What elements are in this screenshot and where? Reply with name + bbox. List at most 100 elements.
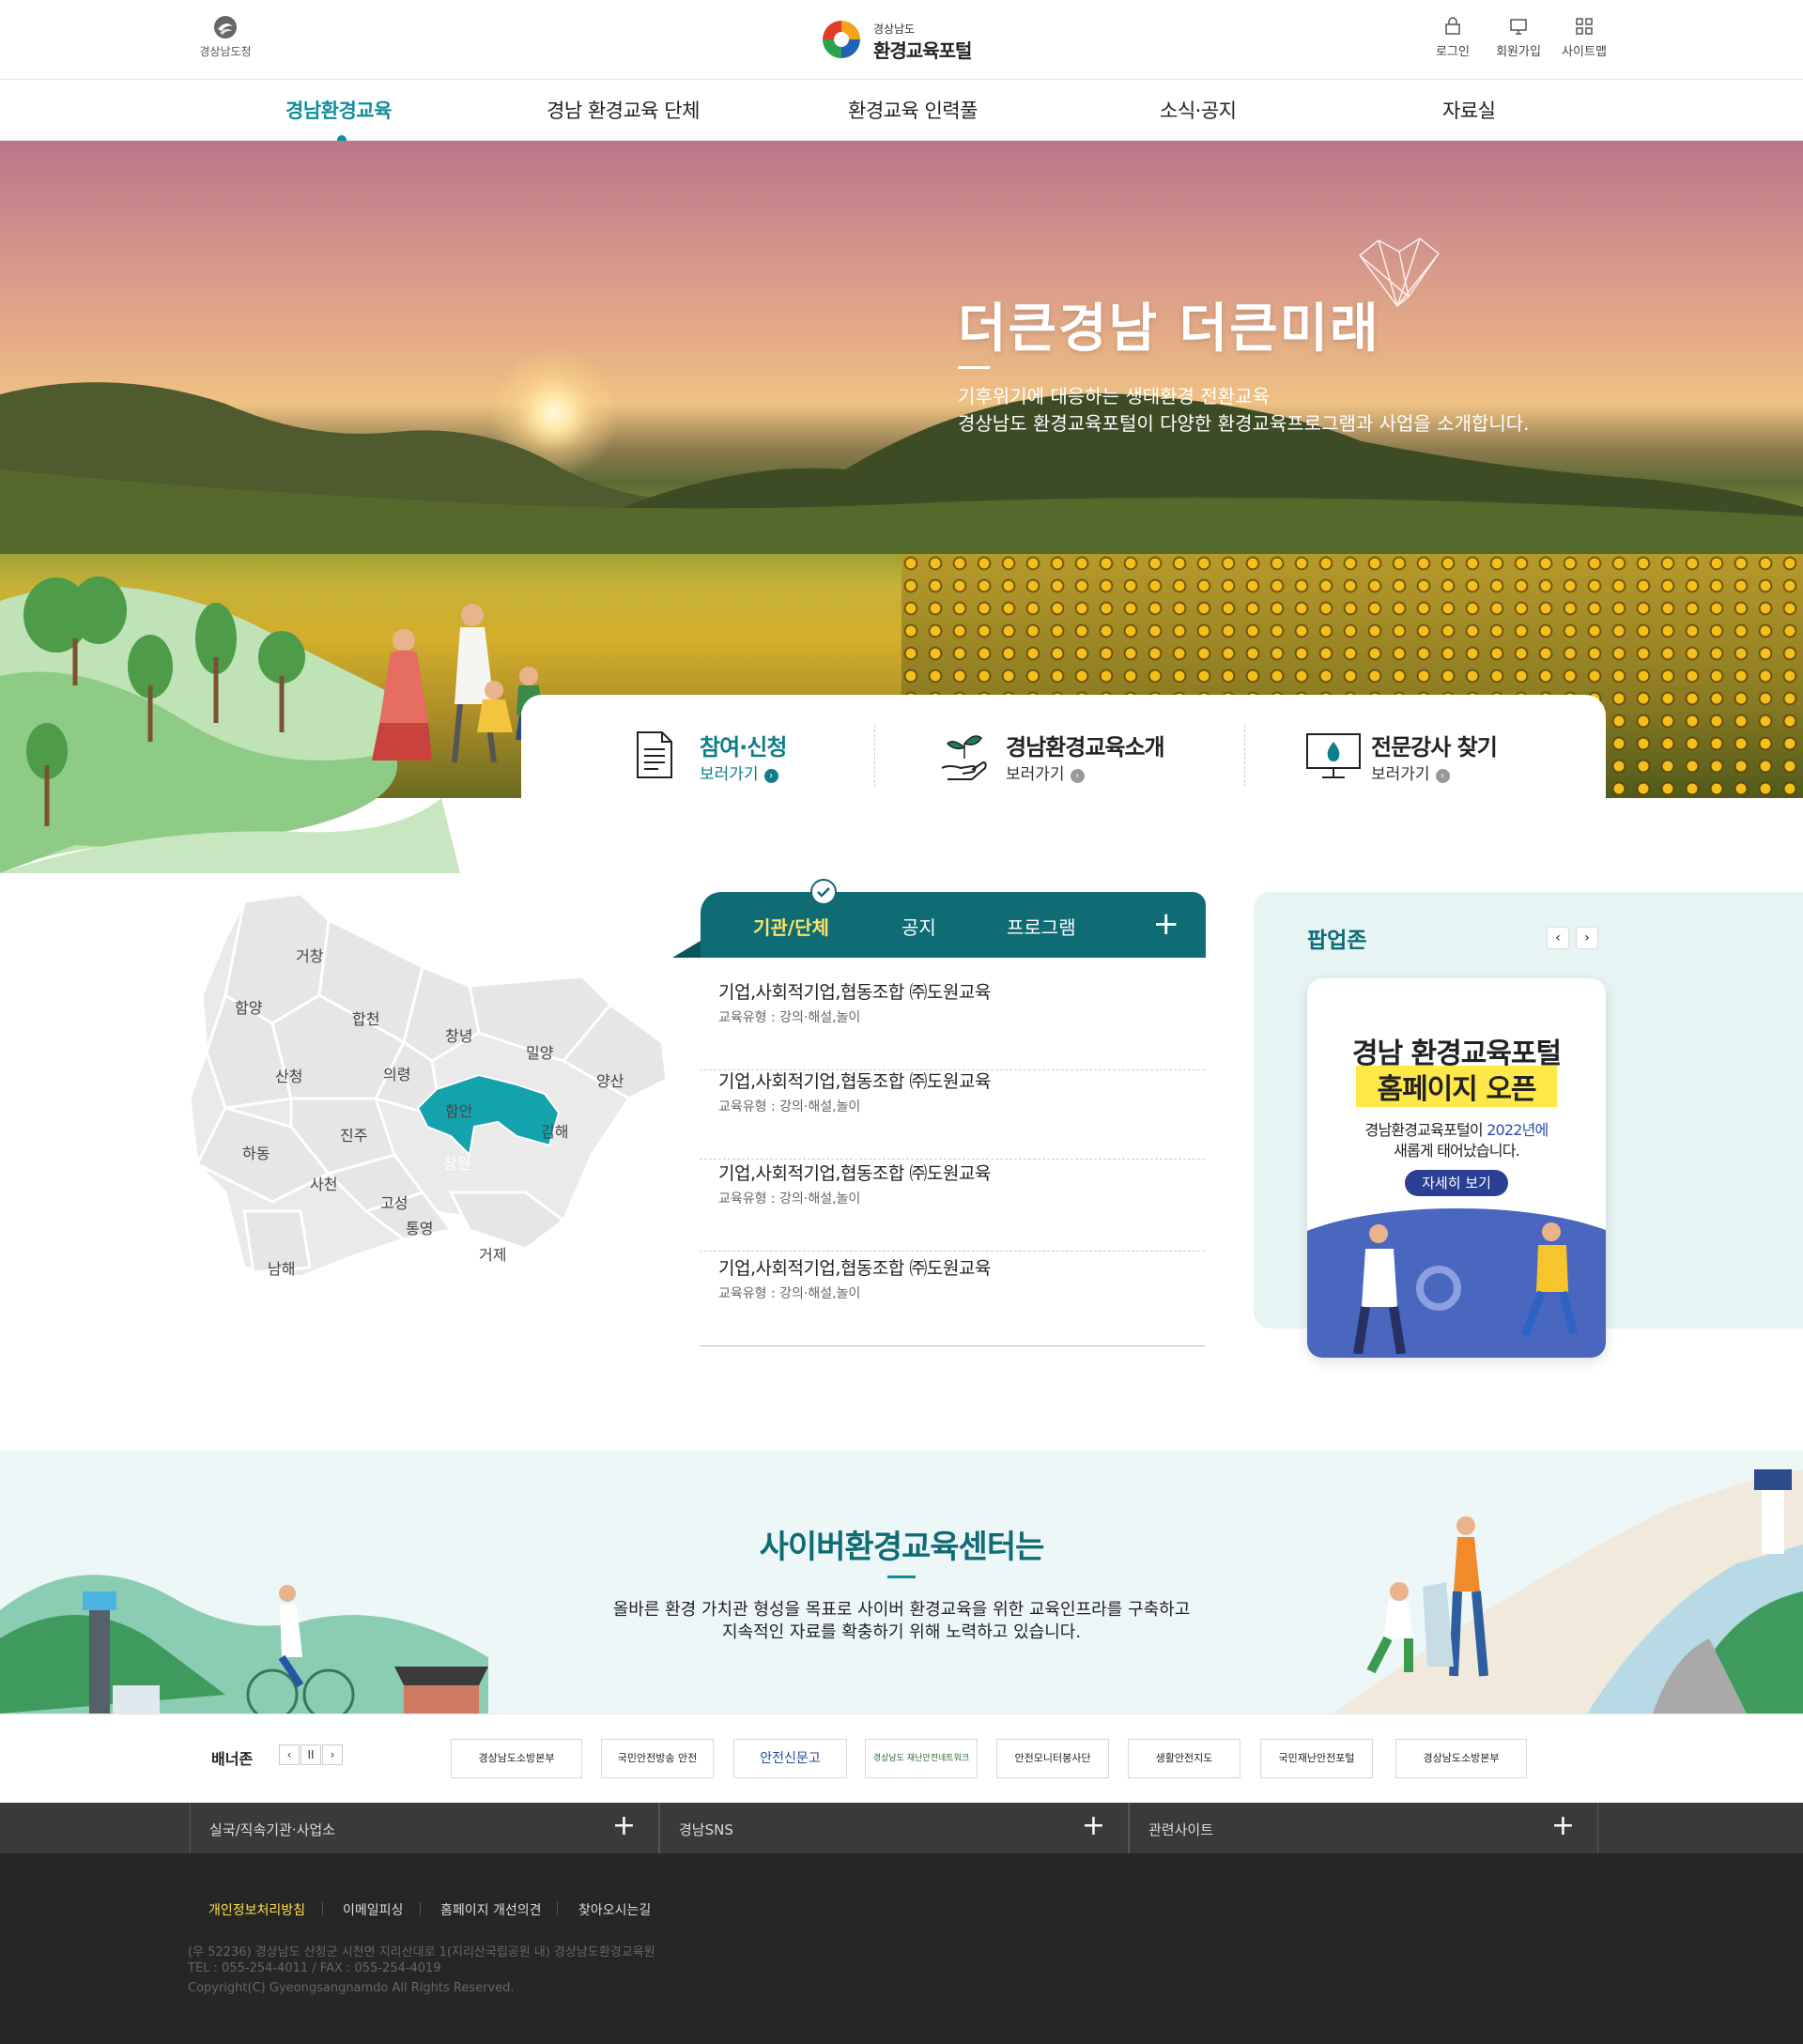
site-logo[interactable]: 경상남도 환경교육포털 <box>819 17 988 64</box>
region-label[interactable]: 고성 <box>380 1191 408 1213</box>
banner-next-button[interactable]: › <box>322 1744 343 1765</box>
region-label[interactable]: 함양 <box>235 995 262 1018</box>
quick-intro-more: 보러가기 › <box>1006 761 1085 784</box>
list-item[interactable]: 기업,사회적기업,협동조합 ㈜도원교육 교육유형 : 강의·해설,놀이 <box>700 1254 1205 1346</box>
quick-instructor-more: 보러가기 › <box>1371 761 1450 784</box>
cyber-center-title: 사이버환경교육센터는 <box>759 1529 1045 1566</box>
region-label[interactable]: 남해 <box>268 1256 295 1279</box>
monitor-icon <box>1510 19 1527 35</box>
banner-safety-monitor[interactable]: 안전모니터봉사단 <box>996 1739 1109 1778</box>
cyber-center-desc1: 올바른 환경 가치관 형성을 목표로 사이버 환경교육을 위한 교육인프라를 구… <box>612 1600 1191 1620</box>
lock-icon <box>1445 17 1460 35</box>
post-type: 교육유형 : 강의·해설,놀이 <box>718 1099 861 1114</box>
banner-fire-dept-2[interactable]: 경상남도소방본부 <box>1395 1739 1527 1778</box>
nav-library[interactable]: 자료실 <box>1442 96 1496 124</box>
quick-apply-title: 참여·신청 <box>700 734 787 761</box>
banner-disaster-network[interactable]: 경상남도 재난안전네트워크 <box>865 1739 978 1778</box>
post-title[interactable]: 기업,사회적기업,협동조합 ㈜도원교육 <box>718 1160 991 1185</box>
region-label[interactable]: 거제 <box>479 1242 506 1265</box>
monitor-drop-icon <box>1306 733 1361 778</box>
banner-fire-dept[interactable]: 경상남도소방본부 <box>451 1739 582 1778</box>
tab-program[interactable]: 프로그램 <box>1007 913 1076 940</box>
footer-directions-link[interactable]: 찾아오시는길 <box>578 1900 651 1919</box>
logo-mark-icon <box>823 21 860 58</box>
sitebar-related[interactable]: 관련사이트 + <box>1129 1803 1598 1853</box>
quick-apply-more-label: 보러가기 <box>700 765 759 784</box>
banner-safety-report[interactable]: 안전신문고 <box>733 1739 847 1778</box>
footer-copyright: Copyright(C) Gyeongsangnamdo All Rights … <box>188 1981 515 1995</box>
banner-life-safety-map[interactable]: 생활안전지도 <box>1128 1739 1241 1778</box>
banner-prev-button[interactable]: ‹ <box>279 1744 300 1765</box>
mountains-illustration <box>0 382 1803 554</box>
list-item[interactable]: 기업,사회적기업,협동조합 ㈜도원교육 교육유형 : 강의·해설,놀이 <box>700 978 1205 1070</box>
popup-card-desc1: 경남환경교육포털이 2022년에 <box>1307 1117 1606 1140</box>
popup-card[interactable]: 경남 환경교육포털 홈페이지 오픈 경남환경교육포털이 2022년에 새롭게 태… <box>1307 978 1606 1358</box>
banner-pause-button[interactable]: II <box>300 1744 321 1765</box>
region-label[interactable]: 하동 <box>242 1141 270 1163</box>
sitebar-sns-label: 경남SNS <box>679 1821 733 1838</box>
list-item[interactable]: 기업,사회적기업,협동조합 ㈜도원교육 교육유형 : 강의·해설,놀이 <box>700 1068 1205 1160</box>
region-label[interactable]: 창녕 <box>445 1023 472 1046</box>
sitebar-agencies[interactable]: 실국/직속기관·사업소 + <box>190 1803 659 1853</box>
sitebar-sns[interactable]: 경남SNS + <box>659 1803 1129 1853</box>
popup-prev-button[interactable]: ‹ <box>1547 927 1569 949</box>
nav-news-notice[interactable]: 소식·공지 <box>1160 96 1237 124</box>
quick-find-instructor[interactable]: 전문강사 찾기 보러가기 › <box>1305 730 1549 784</box>
popup-next-button[interactable]: › <box>1576 927 1598 949</box>
quick-intro[interactable]: 경남환경교육소개 보러가기 › <box>940 730 1184 784</box>
region-label[interactable]: 의령 <box>383 1062 410 1084</box>
post-title[interactable]: 기업,사회적기업,협동조합 ㈜도원교육 <box>718 1068 991 1093</box>
gyeongnam-emblem-icon <box>214 16 237 38</box>
cyber-center-section <box>0 1451 1803 1714</box>
plus-icon: + <box>1550 1809 1575 1842</box>
more-plus-button[interactable]: + <box>1153 905 1180 943</box>
nav-instructor-pool[interactable]: 환경교육 인력풀 <box>848 96 978 124</box>
region-label[interactable]: 합천 <box>352 1007 379 1029</box>
login-label: 로그인 <box>1436 45 1470 59</box>
banner-zone-title: 배너존 <box>211 1750 254 1768</box>
document-icon <box>637 731 672 778</box>
region-label[interactable]: 밀양 <box>526 1040 553 1063</box>
sitebar-agencies-label: 실국/직속기관·사업소 <box>209 1821 336 1838</box>
tab-bar: 기관/단체 공지 프로그램 + <box>701 879 1206 958</box>
quick-instructor-more-label: 보러가기 <box>1371 765 1430 784</box>
tab-notice[interactable]: 공지 <box>902 913 936 940</box>
join-link[interactable]: 회원가입 <box>1490 17 1547 64</box>
login-link[interactable]: 로그인 <box>1425 17 1481 64</box>
region-label[interactable]: 통영 <box>406 1216 433 1238</box>
hero-title: 더큰경남 더큰미래 <box>958 299 1380 360</box>
popup-card-desc1-a: 경남환경교육포털이 <box>1364 1121 1487 1139</box>
hero-desc-line2: 경상남도 환경교육포털이 다양한 환경교육프로그램과 사업을 소개합니다. <box>958 412 1530 435</box>
region-label[interactable]: 사천 <box>310 1172 337 1194</box>
region-label[interactable]: 산청 <box>275 1064 302 1086</box>
page: 경상남도청 경상남도 환경교육포털 로그인 회원가입 사이트맵 경남환경교육 경… <box>0 0 1803 2044</box>
banner-safety-broadcast[interactable]: 국민안전방송 안전 <box>601 1739 714 1778</box>
nav-gyeongnam-env-edu[interactable]: 경남환경교육 <box>285 96 392 124</box>
region-label[interactable]: 거창 <box>296 944 323 966</box>
main-nav: 경남환경교육 경남 환경교육 단체 환경교육 인력풀 소식·공지 자료실 <box>0 81 1803 145</box>
list-item[interactable]: 기업,사회적기업,협동조합 ㈜도원교육 교육유형 : 강의·해설,놀이 <box>700 1160 1205 1252</box>
post-title[interactable]: 기업,사회적기업,협동조합 ㈜도원교육 <box>718 1254 991 1280</box>
post-type: 교육유형 : 강의·해설,놀이 <box>718 1191 861 1206</box>
footer-privacy-link[interactable]: 개인정보처리방침 <box>208 1900 305 1919</box>
cyber-center-divider <box>887 1575 916 1578</box>
banner-disaster-portal[interactable]: 국민재난안전포털 <box>1260 1739 1373 1778</box>
footer-feedback-link[interactable]: 홈페이지 개선의견 <box>440 1900 542 1919</box>
region-label-selected[interactable]: 창원 <box>443 1151 470 1174</box>
sitemap-link[interactable]: 사이트맵 <box>1556 17 1612 64</box>
gov-link[interactable]: 경상남도청 <box>188 15 263 67</box>
quick-apply[interactable]: 참여·신청 보러가기 › <box>634 730 831 784</box>
popup-detail-button[interactable]: 자세히 보기 <box>1405 1170 1508 1196</box>
logo-sub: 경상남도 <box>873 23 916 36</box>
footer-email-phishing-link[interactable]: 이메일피싱 <box>343 1900 403 1919</box>
post-title[interactable]: 기업,사회적기업,협동조합 ㈜도원교육 <box>718 978 991 1004</box>
region-label[interactable]: 김해 <box>541 1119 568 1142</box>
header: 경상남도청 경상남도 환경교육포털 로그인 회원가입 사이트맵 <box>0 0 1803 80</box>
tab-organizations[interactable]: 기관/단체 <box>753 913 829 940</box>
arrow-right-icon: › <box>763 769 778 783</box>
nav-env-edu-groups[interactable]: 경남 환경교육 단체 <box>547 96 700 124</box>
board-tabs: 기관/단체 공지 프로그램 + <box>672 879 1206 958</box>
region-label[interactable]: 양산 <box>596 1068 624 1091</box>
region-label[interactable]: 진주 <box>340 1123 367 1145</box>
region-label[interactable]: 함안 <box>445 1099 472 1121</box>
